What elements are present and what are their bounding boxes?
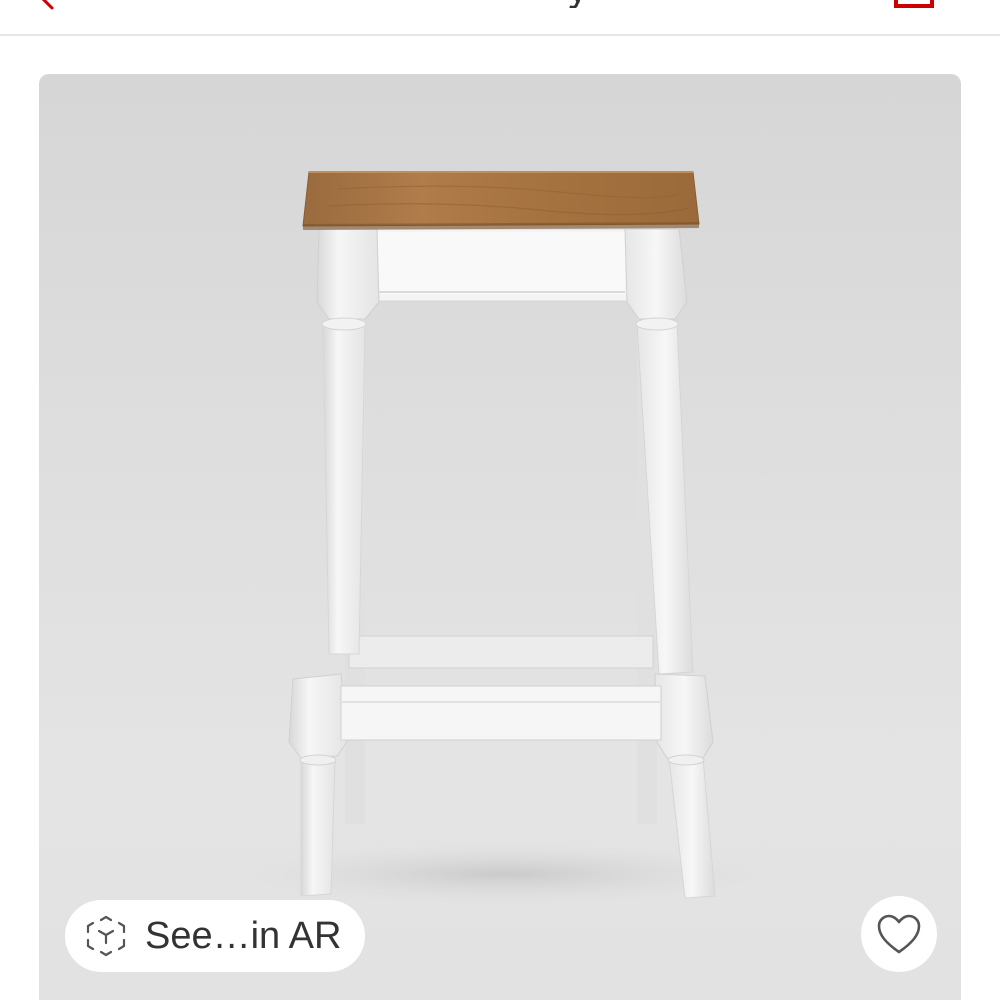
product-image-card[interactable]: See…in AR (39, 74, 961, 1000)
bar-stool-image (244, 171, 764, 904)
heart-icon (877, 914, 921, 954)
ar-cube-icon (86, 915, 126, 957)
see-in-ar-button[interactable]: See…in AR (65, 900, 365, 972)
back-chevron-icon[interactable] (36, 0, 60, 10)
cart-icon[interactable] (890, 0, 938, 10)
ar-button-label: See…in AR (145, 914, 342, 957)
favorite-button[interactable] (861, 896, 937, 972)
page-title-glyph (569, 0, 581, 8)
header-divider (0, 34, 1000, 36)
top-navigation-bar (0, 0, 1000, 34)
